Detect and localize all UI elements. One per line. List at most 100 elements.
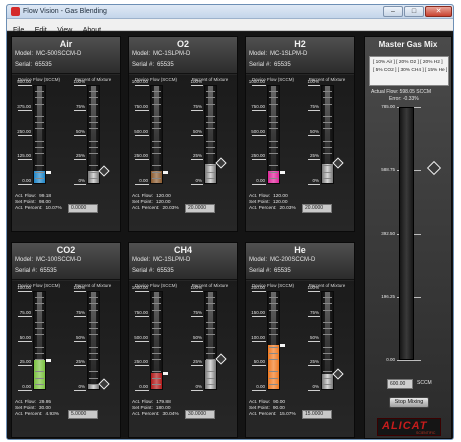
minor-tick <box>152 115 161 117</box>
percent-tick-label: 75% <box>192 309 202 315</box>
minor-tick <box>152 321 161 323</box>
model-row: Model: MC-1SLPM-D <box>132 257 190 263</box>
minor-tick <box>206 297 215 299</box>
minor-tick <box>152 377 161 379</box>
minor-tick <box>89 346 98 348</box>
flow-tick <box>135 340 149 342</box>
percent-tick <box>308 184 320 185</box>
master-gas-mix-panel: Master Gas Mix [ 10% Air ] [ 20% O2 ] [ … <box>364 36 452 439</box>
setpoint-handle[interactable] <box>215 353 227 365</box>
flow-tick-label: 150.00 <box>251 309 265 315</box>
flow-tick-label: 0.00 <box>22 178 31 183</box>
percent-tick <box>74 134 86 136</box>
minor-tick <box>35 377 44 379</box>
flow-tick-label: 1000.00 <box>248 79 265 84</box>
act-percent-value: 20.03% <box>279 206 296 211</box>
gas-name: H2 <box>294 39 306 49</box>
minor-tick <box>152 303 161 305</box>
serial-row: Serial #: 65535 <box>249 268 291 274</box>
minor-tick <box>35 171 44 173</box>
percent-mixture-fill <box>205 163 216 183</box>
minor-tick <box>89 321 98 323</box>
minor-tick <box>323 383 332 385</box>
set-point-value: 120.00 <box>272 200 288 205</box>
mix-line-1: [ 10% Air ] [ 20% O2 ] [ 20% H2 ] <box>373 60 443 65</box>
minor-tick <box>323 359 332 361</box>
minor-tick <box>35 153 44 155</box>
act-flow-label: Act. Flow: <box>132 400 154 405</box>
model-row: Model: MC-500SCCM-D <box>15 51 81 57</box>
minor-tick <box>323 303 332 305</box>
percent-tick <box>191 109 203 111</box>
flow-tick-label: 500.00 <box>251 128 265 134</box>
serial-value: 65535 <box>274 62 291 68</box>
minor-tick <box>269 177 278 179</box>
percent-tick-label: 50% <box>75 334 85 340</box>
minor-tick <box>323 91 332 93</box>
flow-tick <box>18 340 32 342</box>
master-actual-flow: Actual Flow: 598.05 SCCM <box>371 89 432 95</box>
serial-row: Serial #: 65535 <box>132 268 174 274</box>
minor-tick <box>89 383 98 385</box>
act-percent-value: 30.04% <box>162 412 179 417</box>
minor-tick <box>35 91 44 93</box>
percent-tick <box>74 184 86 185</box>
bar-glow <box>91 86 96 183</box>
minor-tick <box>269 328 278 330</box>
model-value: MC-200SCCM-D <box>270 257 316 263</box>
minor-tick <box>152 297 161 299</box>
model-row: Model: MC-100SCCM-D <box>15 257 81 263</box>
flow-tick-label: 375.00 <box>17 103 31 109</box>
close-button[interactable]: ✕ <box>425 6 452 17</box>
act-flow-label: Act. Flow: <box>15 400 37 405</box>
model-row: Model: MC-1SLPM-D <box>132 51 190 57</box>
flow-tick-label: 0.00 <box>256 384 265 389</box>
percent-tick-label: 100% <box>307 285 319 290</box>
master-tick-label: 588.75 <box>381 167 395 173</box>
master-setpoint-handle[interactable] <box>426 160 442 175</box>
maximize-button[interactable]: □ <box>404 6 424 17</box>
device-flow-bar <box>267 85 280 184</box>
minor-tick <box>89 177 98 179</box>
flow-tick <box>135 85 149 86</box>
flow-tick-label: 250.00 <box>251 153 265 159</box>
setpoint-handle[interactable] <box>98 378 110 390</box>
setpoint-handle[interactable] <box>332 157 344 169</box>
minor-tick <box>323 128 332 130</box>
minor-tick <box>152 140 161 142</box>
percent-tick-label: 0% <box>195 384 202 389</box>
percent-tick <box>191 134 203 136</box>
panel-body: Device Flow (SCCM) Percent of Mixture 1000… <box>129 281 237 437</box>
minor-tick <box>206 377 215 379</box>
minor-tick <box>152 122 161 124</box>
master-sccm-input[interactable]: 600.00 <box>387 379 413 389</box>
device-flow-bar <box>33 85 46 184</box>
model-label: Model: <box>15 51 34 57</box>
percent-tick-label: 50% <box>309 334 319 340</box>
minor-tick <box>323 352 332 354</box>
minor-tick <box>152 103 161 105</box>
panel-body: Device Flow (SCCM) Percent of Mixture 1000… <box>129 75 237 231</box>
setpoint-handle[interactable] <box>332 368 344 380</box>
minor-tick <box>269 303 278 305</box>
model-value: MC-1SLPM-D <box>153 51 191 57</box>
minimize-button[interactable]: – <box>383 6 403 17</box>
setpoint-handle[interactable] <box>98 165 110 177</box>
minor-tick <box>269 352 278 354</box>
minor-tick <box>89 153 98 155</box>
flow-tick-label: 100.00 <box>17 285 31 290</box>
setpoint-handle[interactable] <box>215 157 227 169</box>
percent-tick-label: 100% <box>73 79 85 84</box>
percent-tick-label: 100% <box>307 79 319 84</box>
minor-tick <box>206 177 215 179</box>
minor-tick <box>35 297 44 299</box>
percent-mixture-bar <box>321 85 334 184</box>
percent-tick <box>191 315 203 317</box>
gas-panel-ch4: CH4 Model: MC-1SLPM-D Serial #: 65535 Device … <box>128 242 238 438</box>
stop-mixing-button[interactable]: Stop Mixing <box>389 397 429 408</box>
model-label: Model: <box>15 257 34 263</box>
act-percent-row: Act. Percent: 20.03% <box>132 206 192 212</box>
minor-tick <box>89 171 98 173</box>
flow-tick-label: 0.00 <box>22 384 31 389</box>
minor-tick <box>152 371 161 373</box>
